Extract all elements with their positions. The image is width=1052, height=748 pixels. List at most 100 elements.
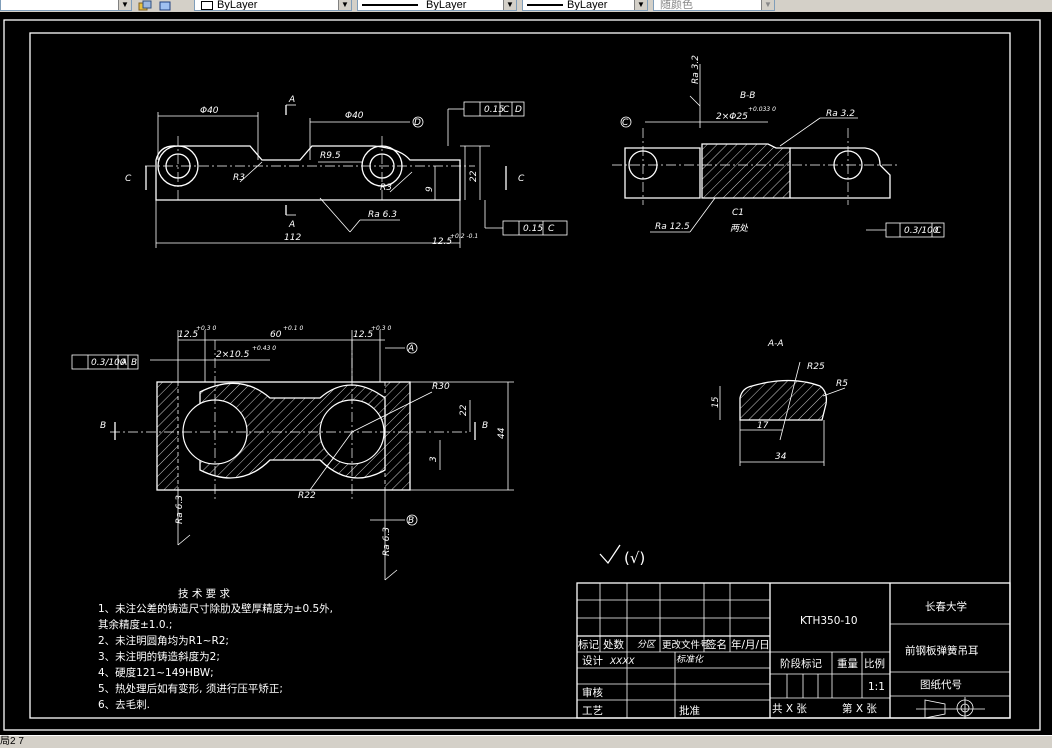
tb-designer: XXXX (609, 657, 635, 667)
dim-12-5-right-tol: +0.3 0 (371, 325, 391, 332)
chevron-down-icon[interactable]: ▼ (118, 0, 131, 10)
tb-standardize: 标准化 (676, 654, 704, 665)
chevron-down-icon[interactable]: ▼ (503, 0, 516, 10)
tb-count: 处数 (603, 638, 624, 651)
tb-stage-mark: 阶段标记 (780, 657, 822, 670)
chevron-down-icon[interactable]: ▼ (338, 0, 351, 10)
tech-line-5: 4、硬度121~149HBW; (98, 666, 214, 679)
school-name: 长春大学 (925, 600, 967, 613)
roughness-right-bb: Ra 3.2 (826, 109, 855, 119)
tol-top-ref-d: D (515, 105, 522, 115)
datum-d: D (414, 118, 421, 128)
tol-top-ref-c: C (503, 105, 510, 115)
roughness-top-bb: Ra 3.2 (691, 55, 701, 84)
sheet-inner-frame (29, 32, 1011, 719)
radius-5: R5 (836, 379, 848, 389)
cut-c-left: C (125, 174, 132, 184)
tb-process: 工艺 (582, 705, 603, 717)
cut-c-right: C (518, 174, 525, 184)
tol-bb-ref: C (935, 226, 942, 236)
lineweight-combo-value: ByLayer (567, 0, 608, 11)
dim-15: 15 (711, 396, 721, 408)
tb-scale: 1:1 (868, 681, 885, 693)
chevron-down-icon[interactable]: ▼ (761, 0, 774, 10)
roughness-right-top: Ra 6.3 (382, 527, 392, 556)
roughness-ra63: Ra 6.3 (368, 210, 397, 220)
tb-zone: 分区 (637, 639, 657, 650)
section-aa-title: A-A (767, 339, 784, 349)
tb-weight: 重量 (837, 657, 858, 670)
general-roughness-symbol: (√) (599, 544, 645, 567)
title-block: KTH350-10 长春大学 前钢板弹簧吊耳 图纸代号 标记 处数 分区 更改文… (576, 582, 1011, 719)
dim-17: 17 (757, 421, 769, 431)
radius-mid: R9.5 (320, 151, 341, 161)
dim-60: 60 (270, 330, 282, 340)
radius-22: R22 (298, 491, 316, 501)
datum-a: A (407, 344, 414, 354)
tb-approve: 批准 (679, 704, 700, 717)
dim-9: 9 (425, 186, 435, 192)
cut-b-left: B (100, 421, 106, 431)
linetype-control-combo[interactable]: ByLayer ▼ (357, 0, 517, 11)
color-control-combo[interactable]: ByLayer ▼ (194, 0, 352, 11)
tb-design: 设计 (582, 654, 603, 667)
dim-112: 112 (284, 233, 301, 243)
layer-previous-icon[interactable] (158, 0, 172, 11)
front-view: Φ40 Φ40 D A A 0.15 C D R9.5 R3 R3 C C 9 (125, 95, 568, 248)
chamfer-note: 两处 (730, 223, 749, 234)
tb-sheet-no: 第 X 张 (842, 702, 877, 715)
layer-states-icon[interactable] (138, 0, 152, 11)
plotstyle-combo-value: 随颜色 (660, 0, 693, 11)
chevron-down-icon[interactable]: ▼ (634, 0, 647, 10)
section-aa-view: A-A R25 R5 15 17 34 (711, 339, 848, 466)
tb-review: 审核 (582, 686, 603, 699)
section-mark-a-top: A (288, 95, 295, 105)
dim-60-tol: +0.1 0 (283, 325, 303, 332)
section-bb-view: B-B Ra 3.2 2×Φ25 +0.033 0 C Ra 3.2 Ra 12… (612, 55, 945, 238)
tb-total-sheets: 共 X 张 (772, 703, 807, 715)
section-bb-title: B-B (740, 91, 755, 101)
drawing-code-label: 图纸代号 (920, 678, 962, 691)
dim-12-5-left-tol: +0.3 0 (196, 325, 216, 332)
chamfer-c1: C1 (732, 208, 744, 218)
roughness-bottom-bb: Ra 12.5 (655, 222, 690, 232)
roughness-left-top: Ra 6.3 (175, 495, 185, 524)
datum-b: B (408, 516, 414, 526)
tol-top-value: 0.15 (484, 105, 504, 115)
section-mark-a-bottom: A (288, 220, 295, 230)
tech-line-4: 3、未注明的铸造斜度为2; (98, 650, 220, 663)
part-name: 前钢板弹簧吊耳 (905, 644, 979, 657)
dim-44: 44 (497, 427, 507, 439)
dim-12-5-tol: +0.2 -0.1 (450, 233, 478, 240)
tol-bottom-value: 0.15 (523, 224, 543, 234)
tol-bottom-ref: C (548, 224, 555, 234)
command-line[interactable]: 局2 7 (0, 735, 1052, 748)
tb-mark: 标记 (578, 639, 599, 651)
dim-bore-tol: +0.43 0 (252, 345, 276, 352)
drawing-canvas[interactable]: Φ40 Φ40 D A A 0.15 C D R9.5 R3 R3 C C 9 (0, 12, 1052, 735)
tech-line-6: 5、热处理后如有变形, 须进行压平矫正; (98, 682, 283, 695)
dim-bore: 2×10.5 (216, 350, 250, 360)
tech-requirements: 技 术 要 求 1、未注公差的铸造尺寸除肋及壁厚精度为±0.5外, 其余精度±1… (98, 587, 333, 711)
tech-line-1: 1、未注公差的铸造尺寸除肋及壁厚精度为±0.5外, (98, 602, 333, 615)
projection-symbol-icon (916, 697, 985, 719)
tech-line-3: 2、未注明圆角均为R1~R2; (98, 634, 229, 647)
tol-top-view-b: B (131, 358, 137, 368)
linetype-combo-value: ByLayer (426, 0, 467, 11)
dim-22: 22 (469, 170, 479, 182)
dim-22-top: 22 (459, 404, 469, 416)
dim-34: 34 (775, 452, 787, 462)
dim-3: 3 (429, 456, 439, 462)
plotstyle-control-combo[interactable]: 随颜色 ▼ (653, 0, 775, 11)
datum-c-bb: C (622, 118, 629, 128)
tech-line-2: 其余精度±1.0.; (98, 618, 172, 631)
dim-dia-right: Φ40 (345, 111, 364, 121)
tb-scale-label: 比例 (864, 657, 885, 670)
radius-25: R25 (807, 362, 825, 372)
command-text: 局2 7 (0, 736, 24, 747)
top-view: 12.5 +0.3 0 60 +0.1 0 12.5 +0.3 0 2×10.5… (71, 325, 514, 581)
lineweight-control-combo[interactable]: ByLayer ▼ (522, 0, 648, 11)
tol-bb-value: 0.3/100 (904, 226, 939, 236)
tb-change-doc: 更改文件号 (662, 639, 710, 651)
layer-control-combo[interactable]: ▼ (0, 0, 132, 11)
